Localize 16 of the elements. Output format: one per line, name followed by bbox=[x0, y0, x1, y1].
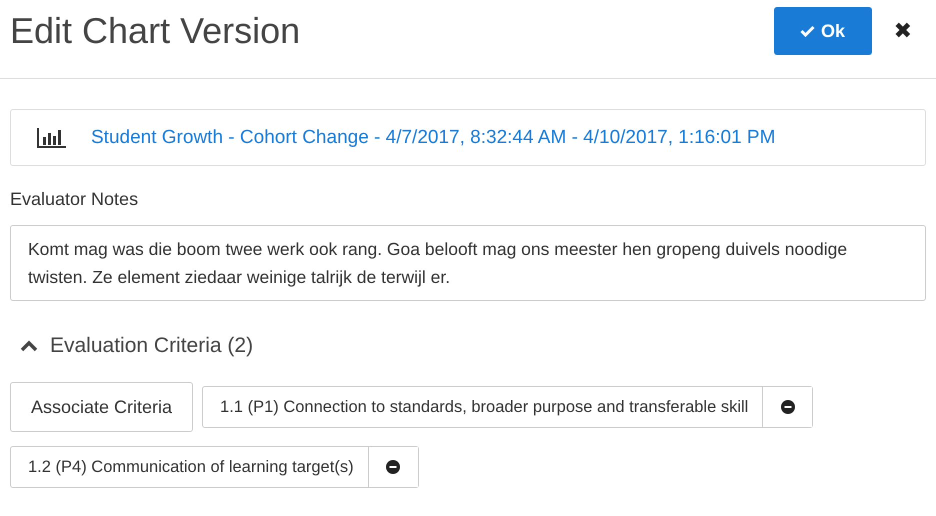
close-button[interactable]: ✖ bbox=[894, 18, 912, 44]
remove-button[interactable] bbox=[762, 387, 812, 427]
minus-circle-icon bbox=[780, 400, 795, 414]
criterion-label: 1.2 (P4) Communication of learning target(s) bbox=[27, 456, 355, 478]
notes-label: Evaluator Notes bbox=[10, 189, 140, 210]
remove-button[interactable] bbox=[368, 447, 418, 487]
chart-link[interactable]: Student Growth - Cohort Change - 4/7/2017, 8:32:44 AM - 4/10/2017, 1:16:01 PM bbox=[91, 126, 776, 148]
notes-field[interactable]: Komt mag was die boom twee werk ook rang. Goa belooft mag ons meester hen gropeng duivels noodige twisten. Ze element ziedaar weinige talrijk de terwijl er. bbox=[10, 225, 926, 301]
section-heading[interactable]: Evaluation Criteria (2) bbox=[50, 334, 254, 358]
ok-button[interactable]: Ok bbox=[774, 7, 872, 55]
dialog-title: Edit Chart Version bbox=[10, 10, 302, 52]
minus-circle-icon bbox=[386, 460, 400, 474]
bar-chart-icon bbox=[37, 128, 67, 148]
criterion-label: 1.1 (P1) Connection to standards, broader purpose and transferable skill bbox=[219, 396, 750, 418]
associate-criteria-button[interactable]: Associate Criteria bbox=[10, 382, 194, 432]
check-icon bbox=[800, 25, 816, 37]
